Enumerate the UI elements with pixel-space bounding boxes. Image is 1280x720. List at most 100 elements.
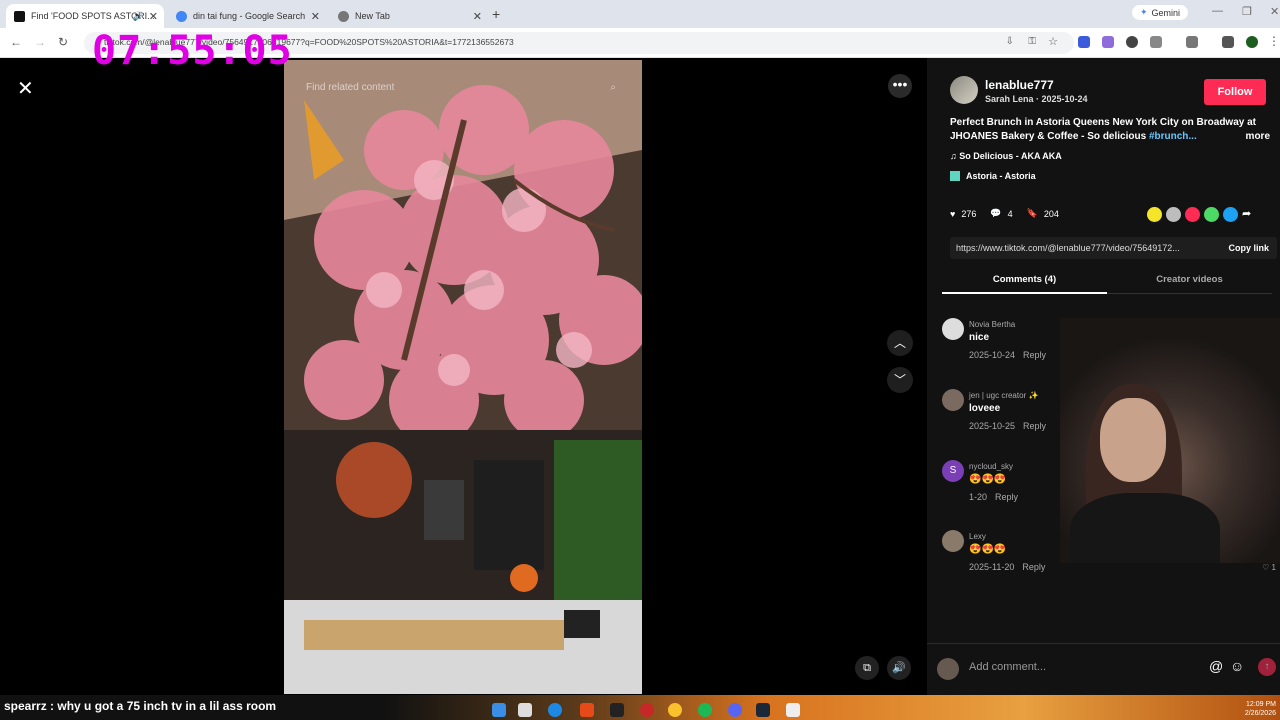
share-friends-icon[interactable] (1166, 207, 1181, 222)
mention-at-icon[interactable]: @ (1209, 658, 1223, 674)
comment-meta: 2025-10-24 Reply (969, 350, 1046, 360)
comment-text: 😍😍😍 (969, 474, 1007, 485)
commenter-name[interactable]: Lexy (969, 532, 986, 541)
close-tab-icon[interactable]: ✕ (473, 10, 482, 23)
chrome-icon[interactable] (668, 703, 682, 717)
hashtag-link[interactable]: #brunch... (1149, 131, 1197, 142)
reply-button[interactable]: Reply (1022, 562, 1045, 572)
close-video-icon[interactable]: ✕ (17, 76, 34, 101)
extension-icon[interactable] (1126, 36, 1138, 48)
window-close-icon[interactable]: ✕ (1270, 5, 1279, 18)
copy-link-button[interactable]: Copy link (1228, 237, 1269, 259)
profile-avatar-icon[interactable] (1246, 36, 1258, 48)
commenter-avatar[interactable] (942, 530, 964, 552)
commenter-avatar[interactable] (942, 389, 964, 411)
windows-start-icon[interactable] (492, 703, 506, 717)
search-taskbar-icon[interactable] (518, 703, 532, 717)
reply-button[interactable]: Reply (995, 492, 1018, 502)
bookmark-star-icon[interactable]: ☆ (1048, 35, 1058, 48)
comment-stat[interactable]: 💬 4 (990, 208, 1012, 219)
reply-button[interactable]: Reply (1023, 350, 1046, 360)
share-whatsapp-icon[interactable] (1204, 207, 1219, 222)
comment-date: 1-20 (969, 492, 988, 502)
share-tiktok-icon[interactable] (1185, 207, 1200, 222)
extension-icon[interactable] (1078, 36, 1090, 48)
comment-count: 4 (1007, 208, 1013, 219)
comment-text: loveee (969, 403, 1001, 414)
share-more-arrow-icon[interactable]: ➦ (1242, 207, 1257, 222)
steam-icon[interactable] (756, 703, 770, 717)
maximize-icon[interactable]: ❐ (1242, 5, 1252, 18)
commenter-name[interactable]: jen | ugc creator ✨ (969, 391, 1038, 400)
music-title: So Delicious - AKA AKA (959, 151, 1062, 161)
edge-icon[interactable] (548, 703, 562, 717)
comment-like-count[interactable]: ♡ 1 (1262, 563, 1276, 572)
share-embed-icon[interactable] (1147, 207, 1162, 222)
download-icon[interactable] (1222, 36, 1234, 48)
commenter-name[interactable]: Novia Bertha (969, 320, 1015, 329)
gemini-button[interactable]: ✦ Gemini (1132, 5, 1189, 20)
extension-icon[interactable] (1102, 36, 1114, 48)
tab-google-search[interactable]: din tai fung - Google Search ✕ (168, 4, 326, 28)
discord-icon[interactable] (728, 703, 742, 717)
tab-comments[interactable]: Comments (4) (942, 274, 1107, 294)
reply-button[interactable]: Reply (1023, 421, 1046, 431)
chrome-favicon-icon (338, 10, 349, 22)
tab-new-tab[interactable]: New Tab ✕ (330, 4, 488, 28)
tab-tiktok[interactable]: Find 'FOOD SPOTS ASTORI... 🔊 ✕ (6, 4, 164, 28)
new-tab-button[interactable]: + (492, 6, 500, 22)
comment-meta: 2025-11-20 Reply (969, 562, 1045, 572)
description-text: Perfect Brunch in Astoria Queens New Yor… (950, 117, 1257, 142)
spotify-icon[interactable] (698, 703, 712, 717)
more-link[interactable]: more (1246, 130, 1270, 144)
comment-date: 2025-10-25 (969, 421, 1016, 431)
tab-creator-videos[interactable]: Creator videos (1107, 274, 1272, 285)
next-video-chevron-down-icon[interactable]: ﹀ (887, 367, 913, 393)
creator-avatar[interactable] (950, 76, 978, 104)
follow-button[interactable]: Follow (1204, 79, 1266, 105)
password-key-icon[interactable]: ⚿ (1028, 36, 1036, 47)
location-tag[interactable]: Astoria - Astoria (950, 171, 1036, 181)
volume-icon[interactable]: 🔊 (887, 656, 911, 680)
save-stat[interactable]: 🔖 204 (1027, 208, 1059, 219)
tab-label: din tai fung - Google Search (193, 11, 306, 21)
gemini-sparkle-icon: ✦ (1140, 7, 1148, 17)
minimize-icon[interactable]: — (1212, 5, 1223, 17)
comment-tabs: Comments (4) Creator videos (942, 270, 1272, 294)
emoji-icon[interactable]: ☺ (1230, 658, 1244, 674)
previous-video-chevron-up-icon[interactable]: ︿ (887, 330, 913, 356)
side-panel-icon[interactable] (1186, 36, 1198, 48)
add-comment-input[interactable]: Add comment... (969, 661, 1046, 673)
share-twitter-icon[interactable] (1223, 207, 1238, 222)
extensions-puzzle-icon[interactable] (1150, 36, 1162, 48)
obs-icon[interactable] (640, 703, 654, 717)
commenter-avatar[interactable] (942, 318, 964, 340)
install-app-icon[interactable]: ⇩ (1006, 36, 1014, 47)
video-player[interactable]: Find related content ⌕ (284, 60, 642, 694)
commenter-name[interactable]: nycloud_sky (969, 462, 1013, 471)
user-avatar (937, 658, 959, 680)
menu-kebab-icon[interactable]: ⋮ (1268, 34, 1280, 48)
more-options-icon[interactable]: ••• (888, 74, 912, 98)
video-frame-image (284, 60, 642, 694)
floating-player-icon[interactable]: ⧉ (855, 656, 879, 680)
speaker-icon[interactable]: 🔊 (133, 11, 144, 22)
commenter-avatar[interactable]: S (942, 460, 964, 482)
close-tab-icon[interactable]: ✕ (311, 10, 320, 23)
search-icon[interactable]: ⌕ (610, 78, 616, 98)
back-icon[interactable]: ← (10, 35, 22, 49)
forward-icon[interactable]: → (34, 35, 46, 49)
files-icon[interactable] (786, 703, 800, 717)
creator-username[interactable]: lenablue777 (985, 78, 1054, 92)
like-stat[interactable]: ♥ 276 (950, 209, 976, 219)
post-comment-arrow-icon[interactable]: ↑ (1258, 658, 1276, 676)
related-search-bar[interactable]: Find related content ⌕ (296, 78, 626, 98)
add-comment-bar: Add comment... @ ☺ ↑ (927, 643, 1280, 695)
brave-icon[interactable] (580, 703, 594, 717)
like-count: 276 (961, 208, 977, 219)
music-track[interactable]: ♫ So Delicious - AKA AKA (950, 151, 1062, 161)
save-count: 204 (1043, 208, 1059, 219)
terminal-icon[interactable] (610, 703, 624, 717)
close-tab-icon[interactable]: ✕ (149, 10, 158, 23)
reload-icon[interactable]: ↻ (58, 35, 68, 49)
